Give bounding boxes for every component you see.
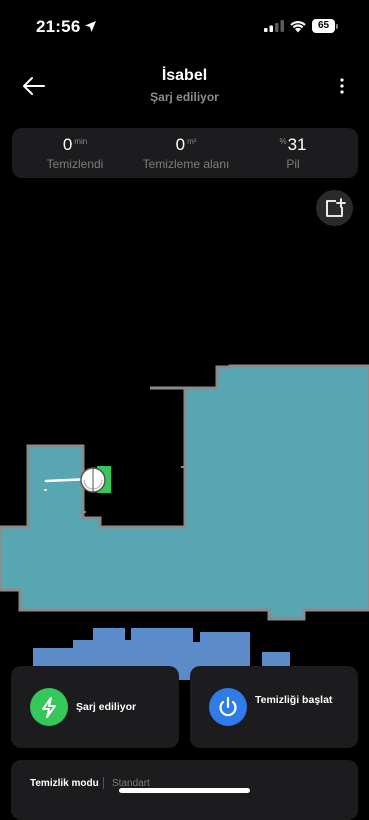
stat-unit: m² bbox=[187, 137, 197, 146]
robot-vacuum-icon bbox=[80, 467, 106, 493]
status-bar: 21:56 65 bbox=[0, 0, 369, 54]
power-icon bbox=[219, 696, 237, 717]
stat-prefix: % bbox=[279, 137, 287, 146]
location-arrow-icon bbox=[85, 21, 96, 32]
charge-icon-circle bbox=[30, 688, 68, 726]
stat-cleaned-time: 0 min Temizlendi bbox=[32, 135, 118, 171]
battery-cap bbox=[336, 24, 338, 29]
cleaning-map[interactable] bbox=[0, 360, 369, 680]
wifi-icon bbox=[290, 21, 306, 33]
map-add-icon bbox=[326, 198, 346, 217]
more-vertical-icon[interactable] bbox=[332, 74, 352, 98]
stat-label: Temizleme alanı bbox=[142, 157, 230, 171]
start-icon-circle bbox=[209, 688, 247, 726]
battery-icon: 65 bbox=[312, 19, 335, 33]
home-indicator[interactable] bbox=[119, 788, 250, 793]
start-cleaning-label: Temizliği başlat bbox=[255, 694, 333, 706]
charging-button[interactable]: Şarj ediliyor bbox=[11, 666, 179, 748]
cleaning-mode-label: Temizlik modu bbox=[30, 778, 99, 789]
device-status: Şarj ediliyor bbox=[150, 90, 219, 104]
stat-value: 0 bbox=[175, 135, 186, 154]
map-room-primary bbox=[0, 364, 369, 621]
stat-value: 0 bbox=[62, 135, 73, 154]
stat-unit: min bbox=[74, 137, 88, 146]
cellular-signal-icon bbox=[264, 20, 284, 32]
stat-label: Temizlendi bbox=[46, 157, 104, 171]
divider bbox=[103, 777, 104, 789]
lightning-icon bbox=[42, 697, 56, 718]
stat-value: 31 bbox=[287, 135, 307, 154]
charge-label: Şarj ediliyor bbox=[76, 701, 137, 713]
status-time: 21:56 bbox=[36, 17, 81, 36]
page-title: İsabel bbox=[161, 67, 208, 84]
stat-label: Pil bbox=[286, 157, 300, 171]
map-add-button[interactable] bbox=[316, 190, 353, 226]
robot-path-dot bbox=[44, 489, 47, 491]
start-cleaning-button[interactable]: Temizliği başlat bbox=[190, 666, 358, 748]
stat-battery: %31 Pil bbox=[262, 135, 324, 171]
stats-card: 0 min Temizlendi 0 m² Temizleme alanı %31 … bbox=[12, 128, 358, 178]
stat-cleaned-area: 0 m² Temizleme alanı bbox=[138, 135, 234, 171]
